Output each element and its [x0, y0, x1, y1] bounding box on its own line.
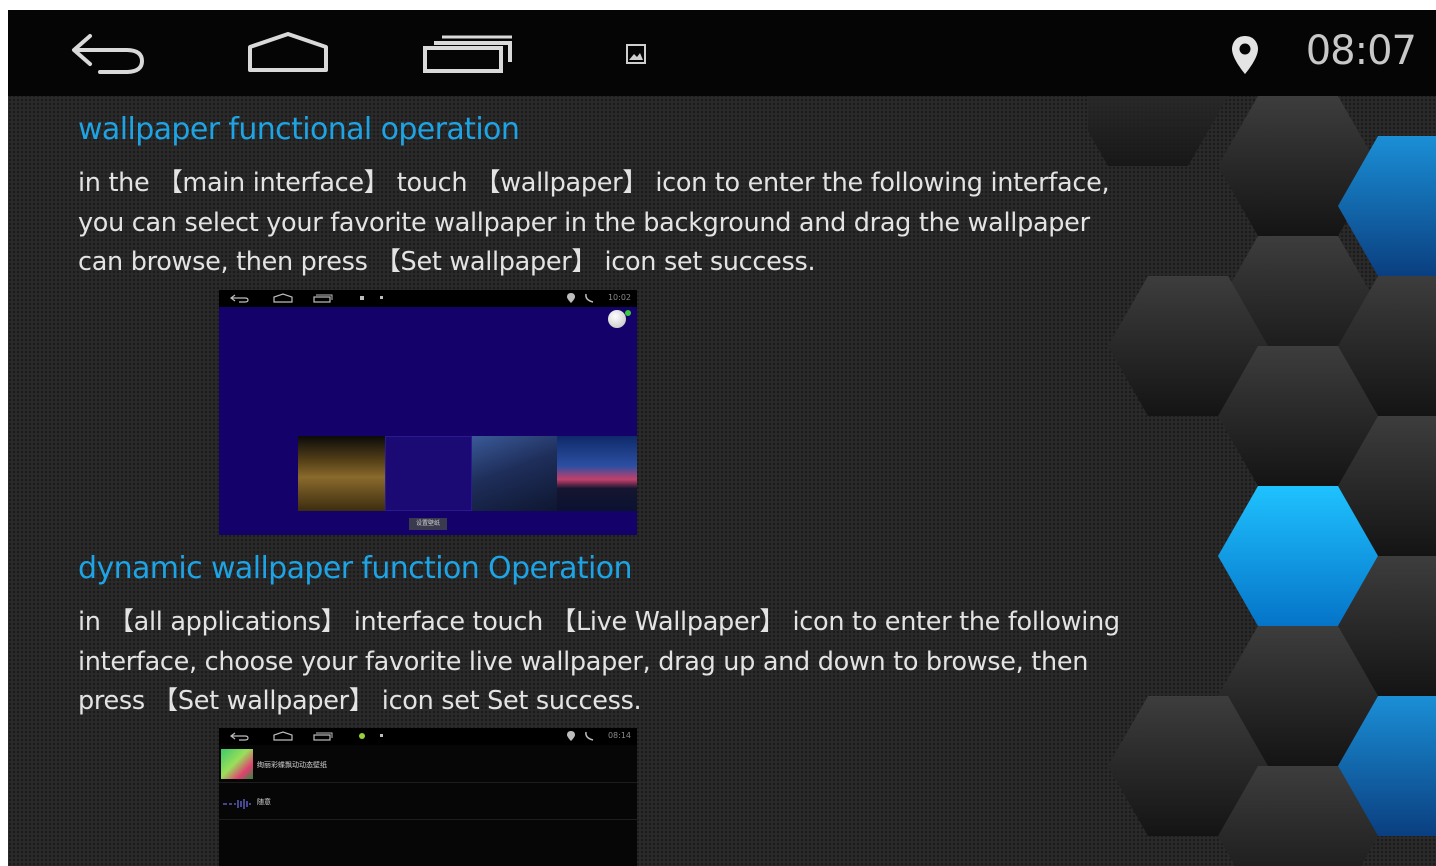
screen: 08:07 wallpaper functional operation in … [8, 10, 1436, 866]
location-icon [1230, 34, 1260, 80]
butterfly-wallpaper-icon [221, 749, 253, 779]
wallpaper-screenshot: 10:02 设置壁纸 [219, 290, 637, 535]
badge-icon [625, 310, 631, 316]
wallpaper-thumbnail[interactable] [557, 436, 637, 511]
live-wallpaper-screenshot: 08:14 绚丽彩蝶飘动动态壁纸 随意 [219, 728, 637, 866]
list-item[interactable]: 绚丽彩蝶飘动动态壁纸 [219, 746, 637, 783]
mini-clock: 08:14 [607, 731, 631, 740]
list-item[interactable]: 随意 [219, 783, 637, 820]
list-item-label: 随意 [257, 798, 271, 806]
wallpaper-thumbnail[interactable] [472, 436, 557, 511]
list-item-label: 绚丽彩蝶飘动动态壁纸 [257, 761, 327, 769]
wallpaper-thumbnail[interactable] [298, 436, 385, 511]
section-heading-live-wallpaper: dynamic wallpaper function Operation [78, 551, 633, 586]
section-heading-wallpaper: wallpaper functional operation [78, 112, 520, 147]
mini-clock: 10:02 [607, 293, 631, 302]
recent-apps-icon[interactable] [422, 32, 518, 80]
mini-status-bar: 10:02 [219, 290, 637, 307]
content-area: wallpaper functional operation in the 【m… [8, 96, 1436, 866]
wallpaper-app-icon [608, 310, 626, 328]
hexagon [1088, 96, 1228, 166]
status-bar: 08:07 [8, 10, 1436, 96]
status-clock: 08:07 [1305, 28, 1417, 74]
gallery-notification-icon [625, 43, 647, 69]
set-wallpaper-button[interactable]: 设置壁纸 [409, 518, 447, 530]
section-paragraph-live-wallpaper: in 【all applications】 interface touch 【L… [78, 607, 1120, 716]
hexagon-decoration [1088, 96, 1436, 866]
section-paragraph-wallpaper: in the 【main interface】 touch 【wallpaper… [78, 168, 1110, 277]
home-icon[interactable] [246, 30, 330, 80]
wallpaper-thumbnail[interactable] [385, 436, 472, 511]
back-icon[interactable] [68, 30, 148, 80]
mini-status-bar: 08:14 [219, 728, 637, 745]
waveform-icon [223, 795, 253, 809]
